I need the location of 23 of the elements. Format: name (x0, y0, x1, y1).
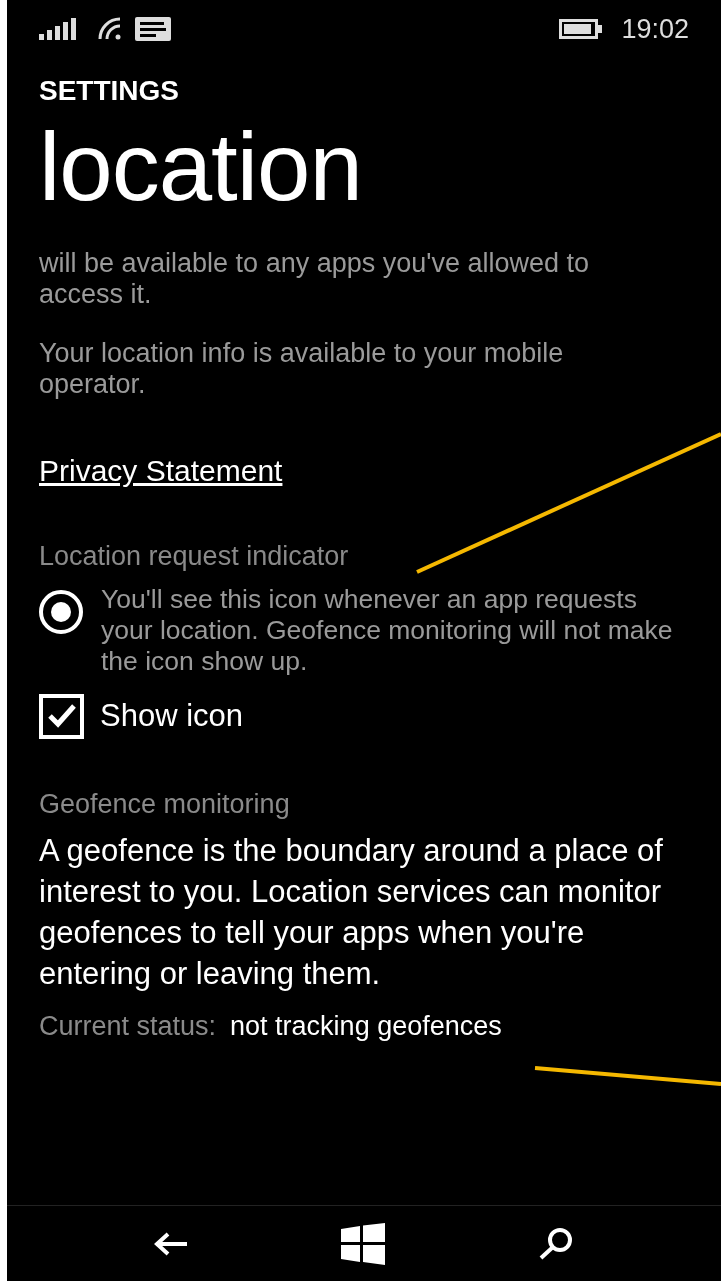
geofence-description: A geofence is the boundary around a place of interest to you. Location services can monitor geofences to tell your apps when you're entering or leaving them. (39, 831, 664, 993)
indicator-description: You'll see this icon whenever an app requests your location. Geofence monitoring will not make the icon show up. (101, 584, 674, 677)
checkbox[interactable] (39, 693, 84, 739)
signal-icon (39, 18, 77, 40)
checkbox-label: Show icon (100, 697, 244, 735)
back-arrow-icon[interactable] (153, 1231, 188, 1256)
app-title: SETTINGS (39, 74, 180, 108)
section-heading: Geofence monitoring (39, 787, 291, 820)
info-text: Your location info is available to your mobile operator. (39, 338, 565, 400)
battery-icon (559, 19, 604, 39)
section-heading: Location request indicator (39, 540, 350, 572)
check-icon (46, 703, 77, 730)
status-label: Current status: (39, 1009, 217, 1043)
page-title: location (39, 112, 363, 222)
wifi-icon (97, 17, 123, 41)
search-icon[interactable] (538, 1226, 575, 1261)
message-icon (135, 17, 171, 41)
windows-logo-icon[interactable] (341, 1222, 385, 1265)
radio-button[interactable] (39, 590, 83, 634)
status-time: 19:02 (621, 12, 689, 46)
info-text: will be available to any apps you've allowed to access it. (39, 248, 590, 310)
status-value: not tracking geofences (230, 1009, 502, 1043)
privacy-link[interactable]: Privacy Statement (39, 454, 283, 488)
